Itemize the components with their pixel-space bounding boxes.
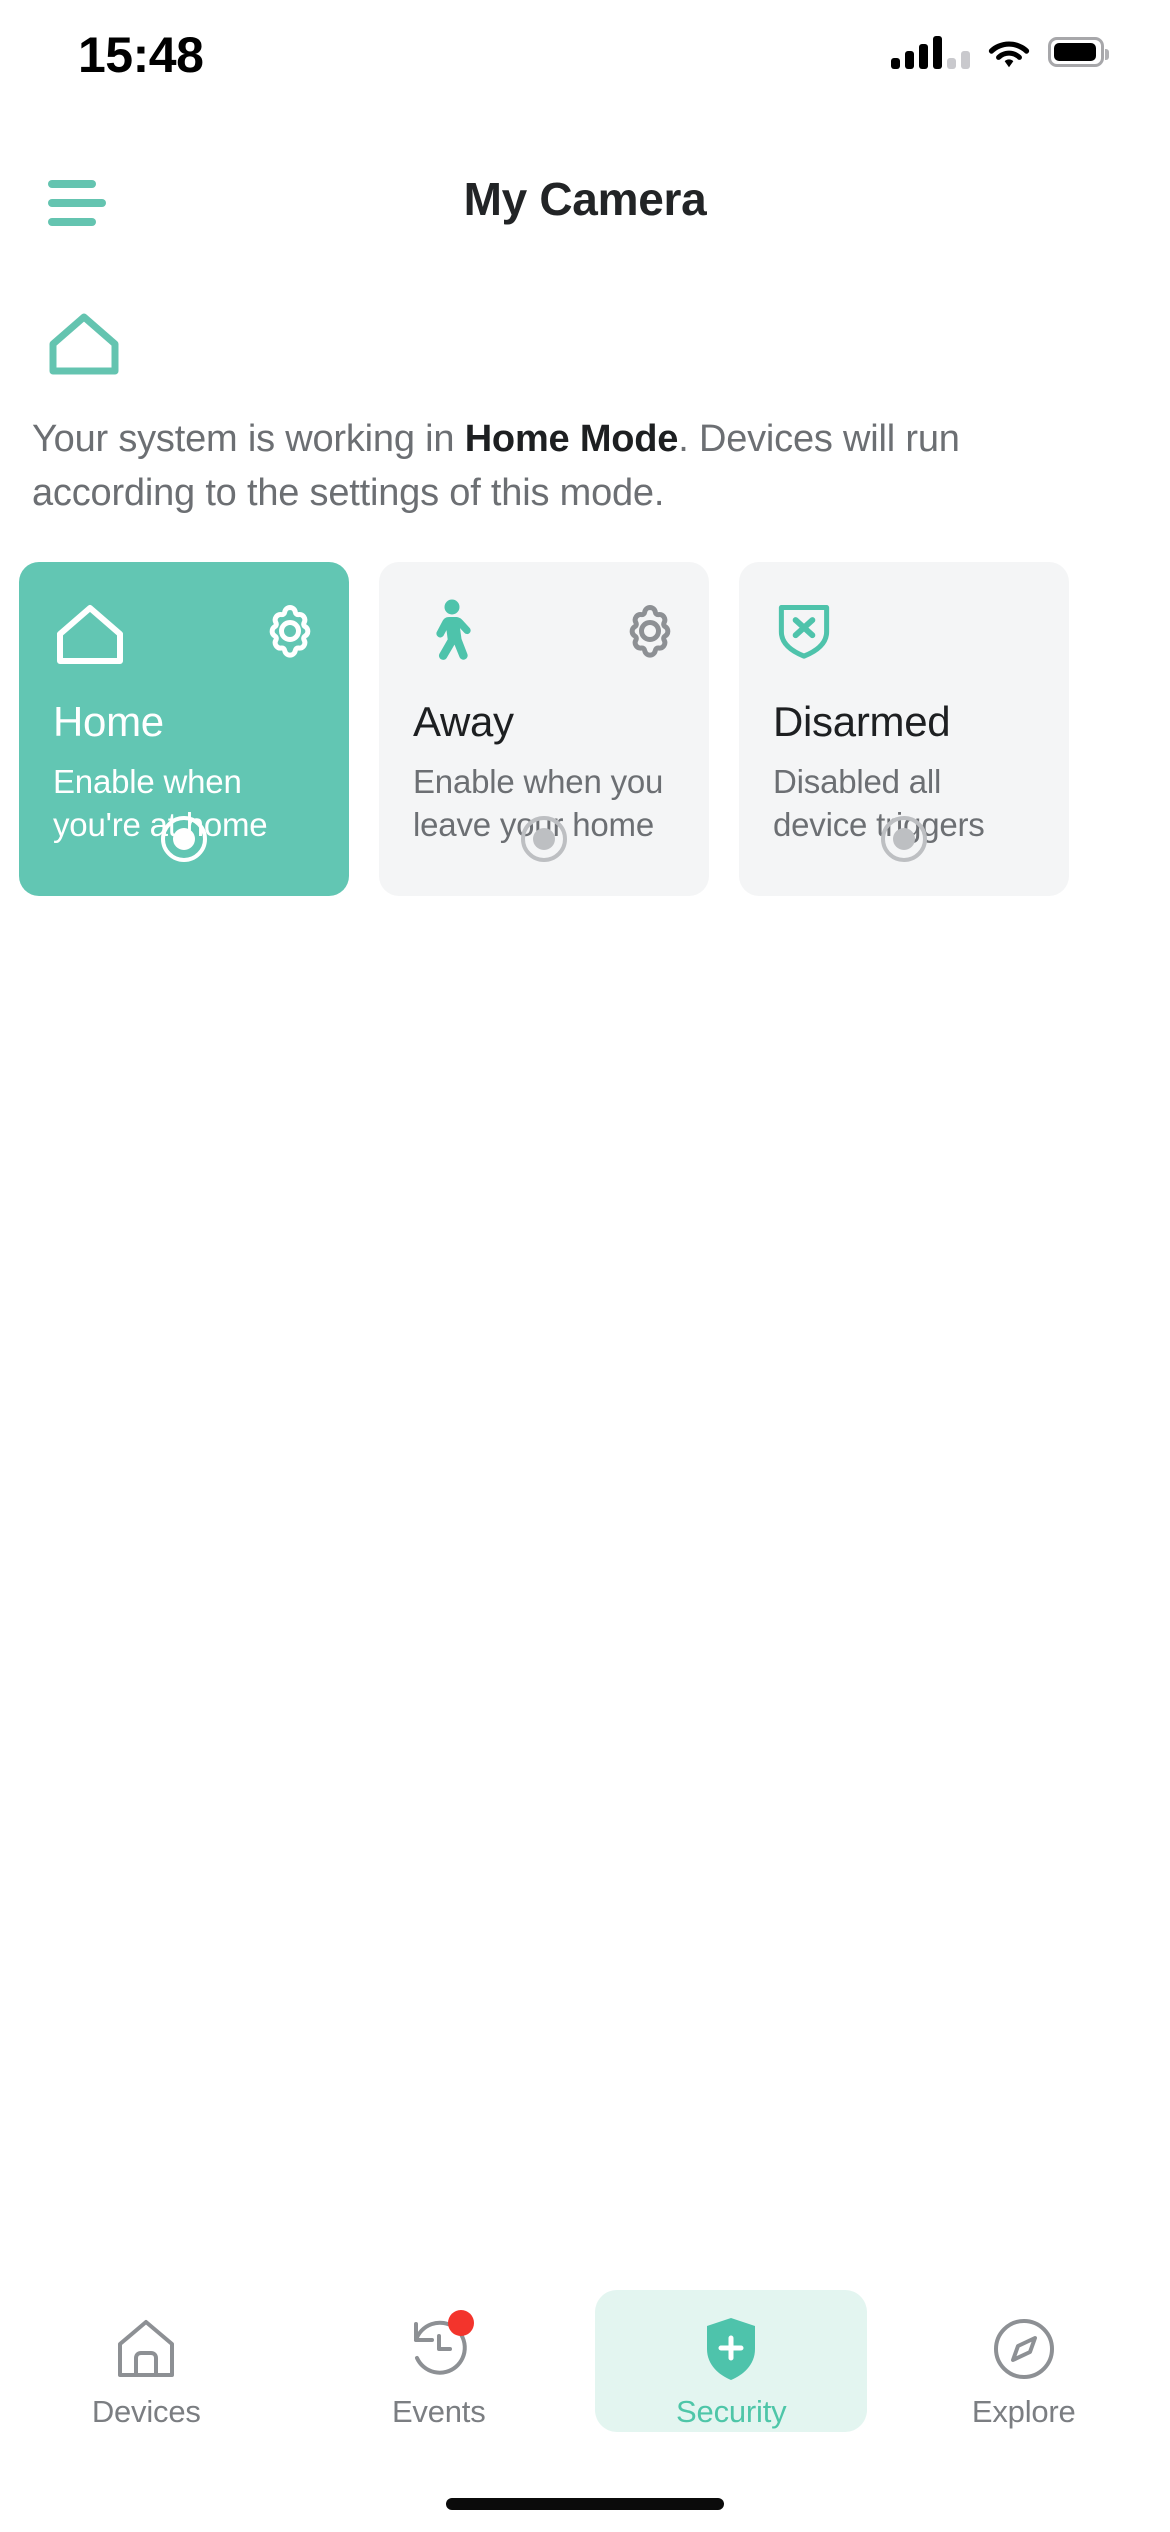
mode-card-home[interactable]: Home Enable when you're at home: [19, 562, 349, 896]
events-notification-badge: [447, 2310, 474, 2336]
home-outline-icon: [49, 313, 119, 375]
tab-security-label: Security: [676, 2394, 787, 2429]
shield-x-icon: [778, 605, 830, 659]
mode-card-away-radio[interactable]: [521, 816, 567, 862]
mode-card-disarmed-title: Disarmed: [773, 698, 951, 745]
mode-description-mode-name: Home Mode: [464, 418, 679, 460]
home-indicator: [446, 2498, 724, 2510]
tab-explore[interactable]: Explore: [878, 2290, 1170, 2448]
cellular-signal-icon: [891, 35, 970, 69]
home-outline-icon: [57, 605, 123, 664]
mode-card-disarmed-radio[interactable]: [881, 816, 927, 862]
bottom-tab-bar: Devices Events Security Explore: [0, 2282, 1170, 2532]
gear-icon[interactable]: [261, 602, 319, 660]
mode-card-home-radio[interactable]: [161, 816, 207, 862]
tab-events-label: Events: [391, 2394, 486, 2429]
battery-icon: [1048, 37, 1109, 67]
status-bar: 15:48: [0, 0, 1170, 118]
tab-devices-icon-wrap: [109, 2312, 183, 2386]
mode-card-grid: Home Enable when you're at home Away Ena…: [19, 562, 1151, 896]
shield-plus-icon: [707, 2318, 756, 2380]
status-bar-time: 15:48: [78, 27, 204, 83]
tab-events-icon-wrap: [402, 2310, 476, 2386]
tab-events[interactable]: Events: [293, 2290, 586, 2448]
tab-devices[interactable]: Devices: [0, 2290, 293, 2448]
mode-card-away-title: Away: [413, 698, 514, 745]
house-outline-icon: [118, 2320, 175, 2377]
tab-security-icon-wrap: [694, 2312, 768, 2386]
status-bar-indicators: [891, 30, 1109, 74]
tab-explore-icon-wrap: [987, 2312, 1061, 2386]
compass-icon: [993, 2319, 1054, 2379]
page-title: My Camera: [463, 173, 707, 225]
mode-description: Your system is working in Home Mode. Dev…: [32, 412, 1122, 520]
mode-card-away-top: [413, 596, 675, 688]
mode-card-home-top: [53, 596, 315, 688]
gear-icon[interactable]: [621, 602, 679, 660]
tab-explore-label: Explore: [971, 2394, 1076, 2429]
wifi-icon: [988, 41, 1030, 68]
mode-card-away[interactable]: Away Enable when you leave your home: [379, 562, 709, 896]
app-header: My Camera: [0, 150, 1170, 260]
mode-card-disarmed[interactable]: Disarmed Disabled all device triggers: [739, 562, 1069, 896]
mode-card-disarmed-top: [773, 596, 1035, 688]
tab-security[interactable]: Security: [585, 2290, 878, 2448]
tab-list: Devices Events Security Explore: [0, 2290, 1170, 2448]
tab-devices-label: Devices: [91, 2394, 201, 2429]
mode-card-home-title: Home: [53, 698, 164, 745]
walking-person-icon: [436, 599, 471, 660]
mode-description-prefix: Your system is working in: [32, 418, 465, 460]
